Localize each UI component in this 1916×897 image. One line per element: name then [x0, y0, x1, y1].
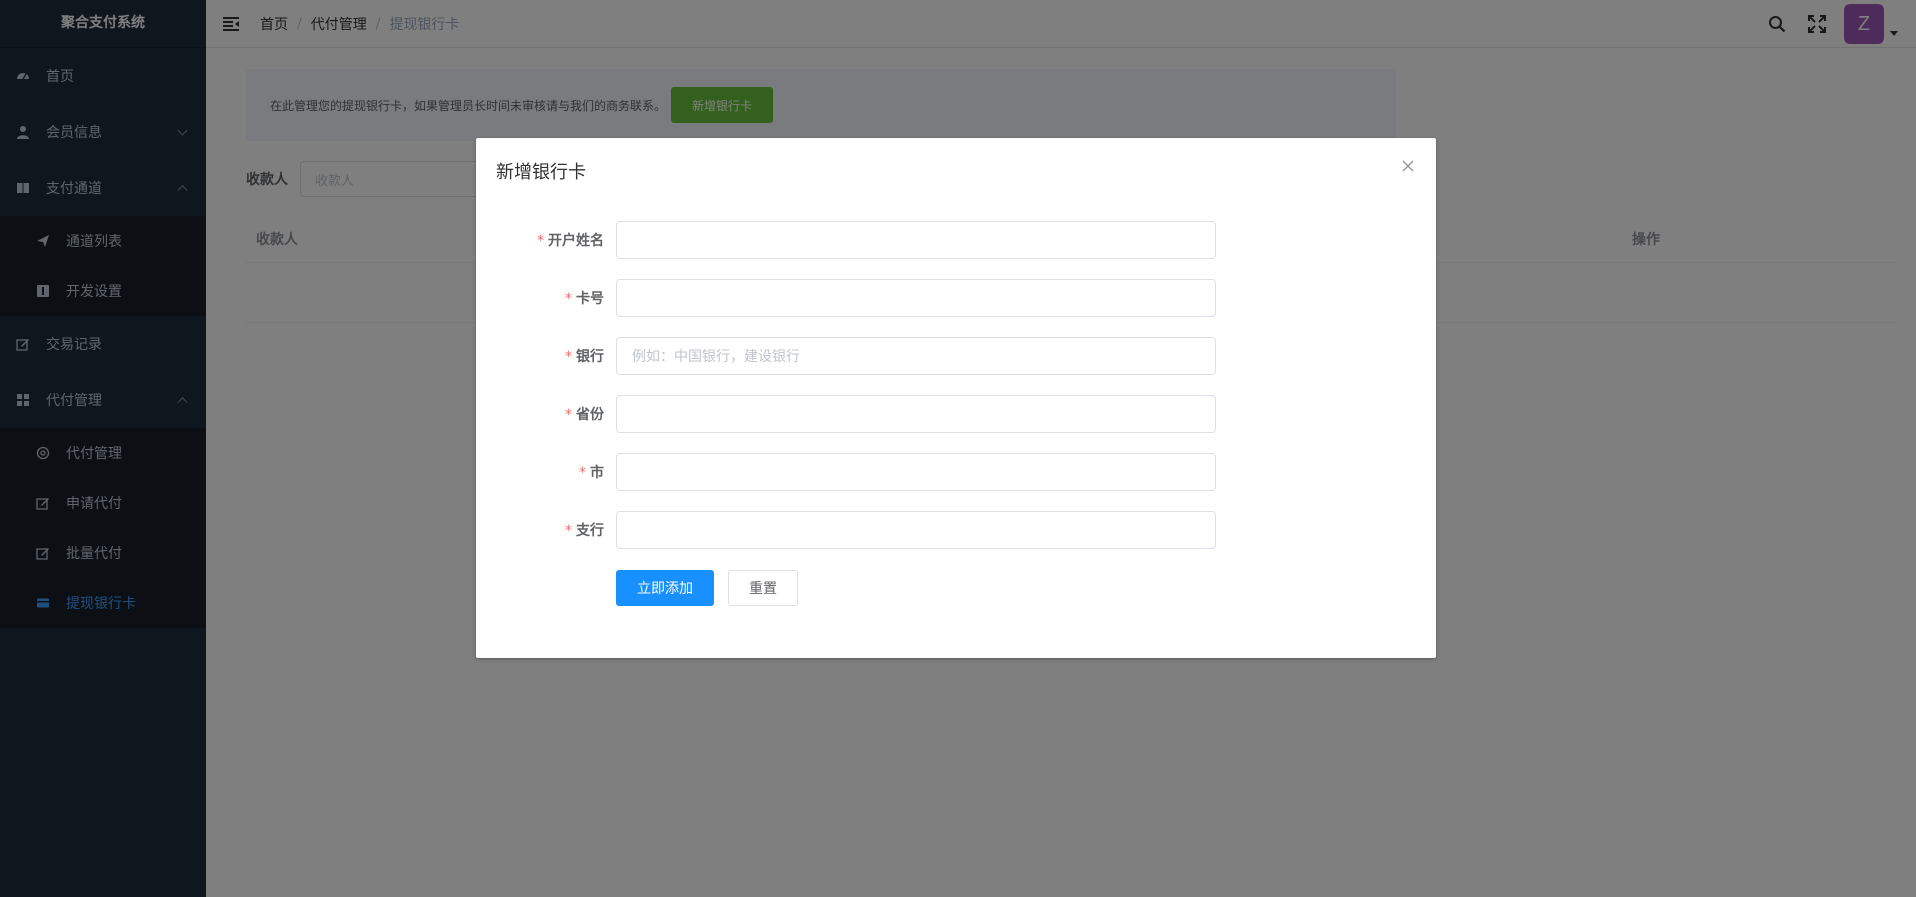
required-mark: *	[565, 349, 572, 365]
add-card-dialog: 新增银行卡 * 开户姓名 * 卡号 * 银行 例如：中国银行，建设银行 * 省份 * 市 …	[476, 138, 1436, 658]
form-label: * 市	[476, 462, 616, 482]
dialog-title: 新增银行卡	[496, 162, 586, 183]
form-label: * 银行	[476, 346, 616, 366]
form-label: * 支行	[476, 520, 616, 540]
form-row-city: * 市	[476, 453, 1436, 491]
form-label: * 省份	[476, 404, 616, 424]
required-mark: *	[565, 291, 572, 307]
account-name-input[interactable]	[616, 221, 1216, 259]
form-label-text: 卡号	[576, 291, 604, 307]
submit-button[interactable]: 立即添加	[616, 570, 714, 606]
branch-input[interactable]	[616, 511, 1216, 549]
form-label: * 卡号	[476, 288, 616, 308]
form-label-text: 市	[590, 465, 604, 481]
required-mark: *	[579, 465, 586, 481]
close-icon[interactable]	[1400, 158, 1416, 174]
required-mark: *	[565, 523, 572, 539]
form-row-card-number: * 卡号	[476, 279, 1436, 317]
dialog-actions: 立即添加 重置	[616, 570, 798, 606]
form-row-province: * 省份	[476, 395, 1436, 433]
city-input[interactable]	[616, 453, 1216, 491]
card-number-input[interactable]	[616, 279, 1216, 317]
form-label-text: 省份	[576, 407, 604, 423]
form-label-text: 支行	[576, 523, 604, 539]
form-label-text: 银行	[576, 349, 604, 365]
input-placeholder: 例如：中国银行，建设银行	[632, 349, 800, 365]
bank-input[interactable]: 例如：中国银行，建设银行	[616, 337, 1216, 375]
form-row-bank: * 银行 例如：中国银行，建设银行	[476, 337, 1436, 375]
required-mark: *	[565, 407, 572, 423]
form-row-account-name: * 开户姓名	[476, 221, 1436, 259]
required-mark: *	[537, 233, 544, 249]
form-row-branch: * 支行	[476, 511, 1436, 549]
form-label-text: 开户姓名	[548, 233, 604, 249]
province-input[interactable]	[616, 395, 1216, 433]
form-label: * 开户姓名	[476, 230, 616, 250]
reset-button[interactable]: 重置	[728, 570, 798, 606]
